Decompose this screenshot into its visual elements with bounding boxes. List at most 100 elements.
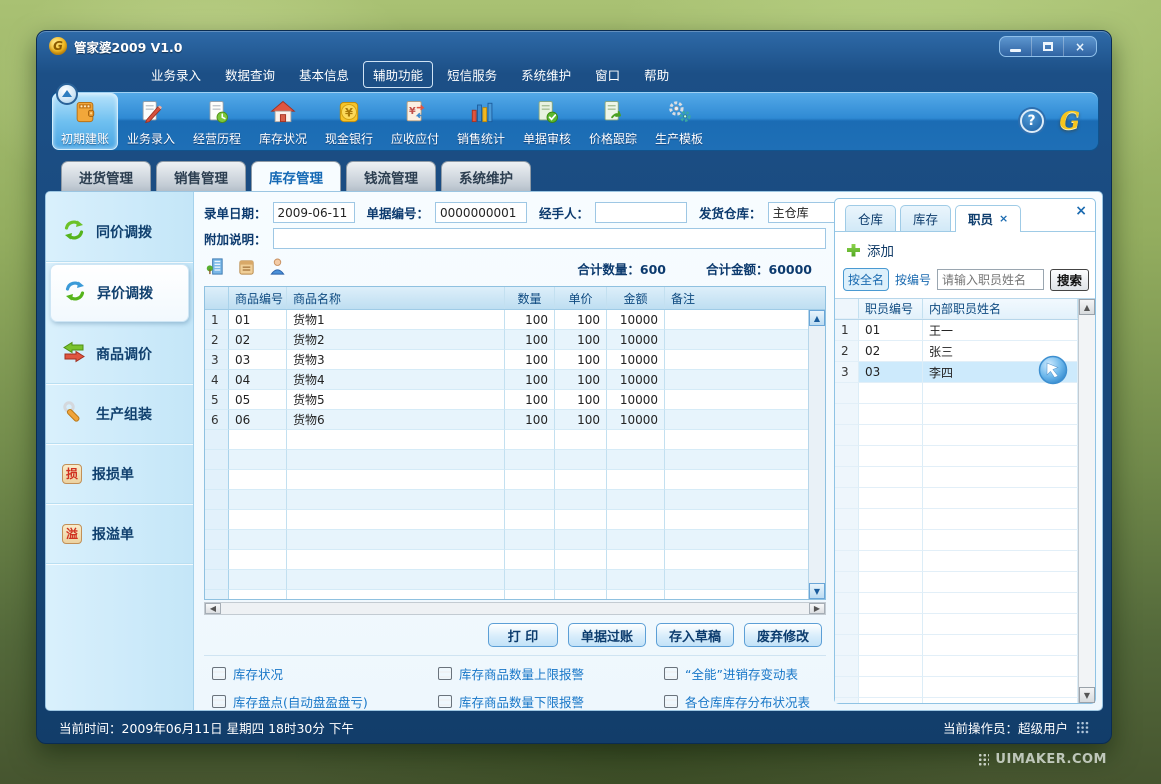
table-row[interactable]: 202货物210010010000: [205, 330, 808, 350]
items-table-hscrollbar[interactable]: [204, 602, 826, 615]
menu-item-auxiliary[interactable]: 辅助功能: [363, 61, 433, 88]
link-upper-limit-alarm[interactable]: 库存商品数量上限报警: [438, 664, 664, 683]
toolbar-item-sales-stats[interactable]: 销售统计: [448, 93, 514, 150]
menu-item-business-entry[interactable]: 业务录入: [141, 61, 211, 88]
collapse-toolbar-button[interactable]: [56, 83, 78, 105]
employee-row-empty: [835, 530, 1078, 551]
col-header-emp-code[interactable]: 职员编号: [859, 299, 923, 319]
scroll-down-icon[interactable]: [1079, 687, 1095, 703]
toolbar-item-label: 业务录入: [127, 130, 175, 147]
add-row[interactable]: 添加: [835, 232, 1095, 266]
lookup-tab-warehouse[interactable]: 仓库: [845, 205, 896, 231]
employee-row-empty: [835, 425, 1078, 446]
table-row[interactable]: 505货物510010010000: [205, 390, 808, 410]
add-plus-icon: [847, 244, 860, 257]
col-header-remark[interactable]: 备注: [665, 287, 825, 309]
post-document-button[interactable]: 单据过账: [568, 623, 646, 647]
tab-close-icon[interactable]: ×: [999, 212, 1008, 225]
menu-item-help[interactable]: 帮助: [634, 61, 679, 88]
table-row[interactable]: 101货物110010010000: [205, 310, 808, 330]
lookup-tabs: 仓库 库存 职员×: [835, 199, 1095, 232]
menu-item-basic-info[interactable]: 基本信息: [289, 61, 359, 88]
table-row-empty: [205, 590, 808, 599]
note-input[interactable]: [273, 228, 826, 249]
menu-item-sms[interactable]: 短信服务: [437, 61, 507, 88]
scroll-up-icon[interactable]: [1079, 299, 1095, 315]
resize-grip[interactable]: [1076, 721, 1089, 734]
filter-by-fullname[interactable]: 按全名: [843, 268, 889, 291]
tab-cashflow-mgmt[interactable]: 钱流管理: [346, 161, 436, 191]
tab-sales-mgmt[interactable]: 销售管理: [156, 161, 246, 191]
tab-inventory-mgmt[interactable]: 库存管理: [251, 161, 341, 191]
close-button[interactable]: ×: [1064, 37, 1096, 56]
sidebar-item-diff-price-transfer[interactable]: 异价调拨: [50, 264, 189, 322]
help-icon[interactable]: ?: [1020, 109, 1044, 133]
toolbar-item-doc-audit[interactable]: 单据审核: [514, 93, 580, 150]
warehouse-picker-icon[interactable]: [206, 257, 225, 280]
toolbar-item-business-entry[interactable]: 业务录入: [118, 93, 184, 150]
menu-item-window[interactable]: 窗口: [585, 61, 630, 88]
date-label: 录单日期：: [204, 203, 267, 222]
toolbar-item-cash-bank[interactable]: ¥ 现金银行: [316, 93, 382, 150]
panel-close-icon[interactable]: ×: [1075, 203, 1087, 219]
toolbar-item-receivable-payable[interactable]: ¥ 应收应付: [382, 93, 448, 150]
toolbar-item-history[interactable]: 经营历程: [184, 93, 250, 150]
employee-row[interactable]: 101王一: [835, 320, 1078, 341]
employee-row-empty: [835, 404, 1078, 425]
toolbar-item-price-tracking[interactable]: 价格跟踪: [580, 93, 646, 150]
sidebar-item-production-assembly[interactable]: 生产组装: [46, 384, 193, 444]
scroll-down-icon[interactable]: [809, 583, 825, 599]
items-table-vscrollbar[interactable]: [808, 310, 825, 599]
toolbar-item-production-template[interactable]: 生产模板: [646, 93, 712, 150]
employee-search-input[interactable]: [937, 269, 1044, 290]
col-header-amount[interactable]: 金额: [607, 287, 665, 309]
filter-by-code[interactable]: 按编号: [895, 269, 931, 290]
table-row[interactable]: 303货物310010010000: [205, 350, 808, 370]
sidebar-item-same-price-transfer[interactable]: 同价调拨: [46, 202, 193, 262]
maximize-button[interactable]: [1032, 37, 1064, 56]
col-header-emp-name[interactable]: 内部职员姓名: [923, 299, 1078, 319]
save-draft-button[interactable]: 存入草稿: [656, 623, 734, 647]
link-omnipotent-change-table[interactable]: “全能”进销存变动表: [664, 664, 824, 683]
employee-row-empty: [835, 488, 1078, 509]
table-row[interactable]: 606货物610010010000: [205, 410, 808, 430]
col-header-item-name[interactable]: 商品名称: [287, 287, 505, 309]
table-row[interactable]: 404货物410010010000: [205, 370, 808, 390]
link-stocktake[interactable]: 库存盘点(自动盘盈盘亏): [212, 692, 438, 711]
toolbar-item-inventory-status[interactable]: 库存状况: [250, 93, 316, 150]
sidebar-item-price-adjust[interactable]: 商品调价: [46, 324, 193, 384]
doc-number-input[interactable]: [435, 202, 527, 223]
link-warehouse-distribution[interactable]: 各仓库库存分布状况表: [664, 692, 824, 711]
main-area: 录单日期： 单据编号： 经手人： 发货仓库： 附加说明：: [194, 192, 834, 710]
handler-input[interactable]: [595, 202, 687, 223]
employee-picker-icon[interactable]: [268, 257, 287, 280]
minimize-button[interactable]: [1000, 37, 1032, 56]
col-header-qty[interactable]: 数量: [505, 287, 555, 309]
svg-text:¥: ¥: [409, 105, 416, 116]
print-button[interactable]: 打 印: [488, 623, 558, 647]
scroll-left-icon[interactable]: [205, 603, 221, 614]
date-input[interactable]: [273, 202, 355, 223]
link-inventory-status[interactable]: 库存状况: [212, 664, 438, 683]
link-lower-limit-alarm[interactable]: 库存商品数量下限报警: [438, 692, 664, 711]
sidebar-item-surplus-report[interactable]: 溢 报溢单: [46, 504, 193, 564]
table-row-empty: [205, 450, 808, 470]
commodity-picker-icon[interactable]: [237, 257, 256, 280]
lookup-tab-employee[interactable]: 职员×: [955, 205, 1021, 232]
scroll-right-icon[interactable]: [809, 603, 825, 614]
discard-changes-button[interactable]: 废弃修改: [744, 623, 822, 647]
employee-table-vscrollbar[interactable]: [1078, 299, 1095, 703]
scroll-up-icon[interactable]: [809, 310, 825, 326]
tab-system-maintain[interactable]: 系统维护: [441, 161, 531, 191]
menu-item-data-query[interactable]: 数据查询: [215, 61, 285, 88]
menu-item-system-maintain[interactable]: 系统维护: [511, 61, 581, 88]
sidebar-item-loss-report[interactable]: 损 报损单: [46, 444, 193, 504]
tab-purchase-mgmt[interactable]: 进货管理: [61, 161, 151, 191]
total-amount-value: 60000: [769, 262, 813, 277]
col-header-unit-price[interactable]: 单价: [555, 287, 607, 309]
form-row-2: 附加说明：: [204, 228, 826, 249]
col-header-item-code[interactable]: 商品编号: [229, 287, 287, 309]
sync-green-icon: [62, 218, 86, 246]
search-button[interactable]: 搜索: [1050, 269, 1089, 291]
lookup-tab-inventory[interactable]: 库存: [900, 205, 951, 231]
